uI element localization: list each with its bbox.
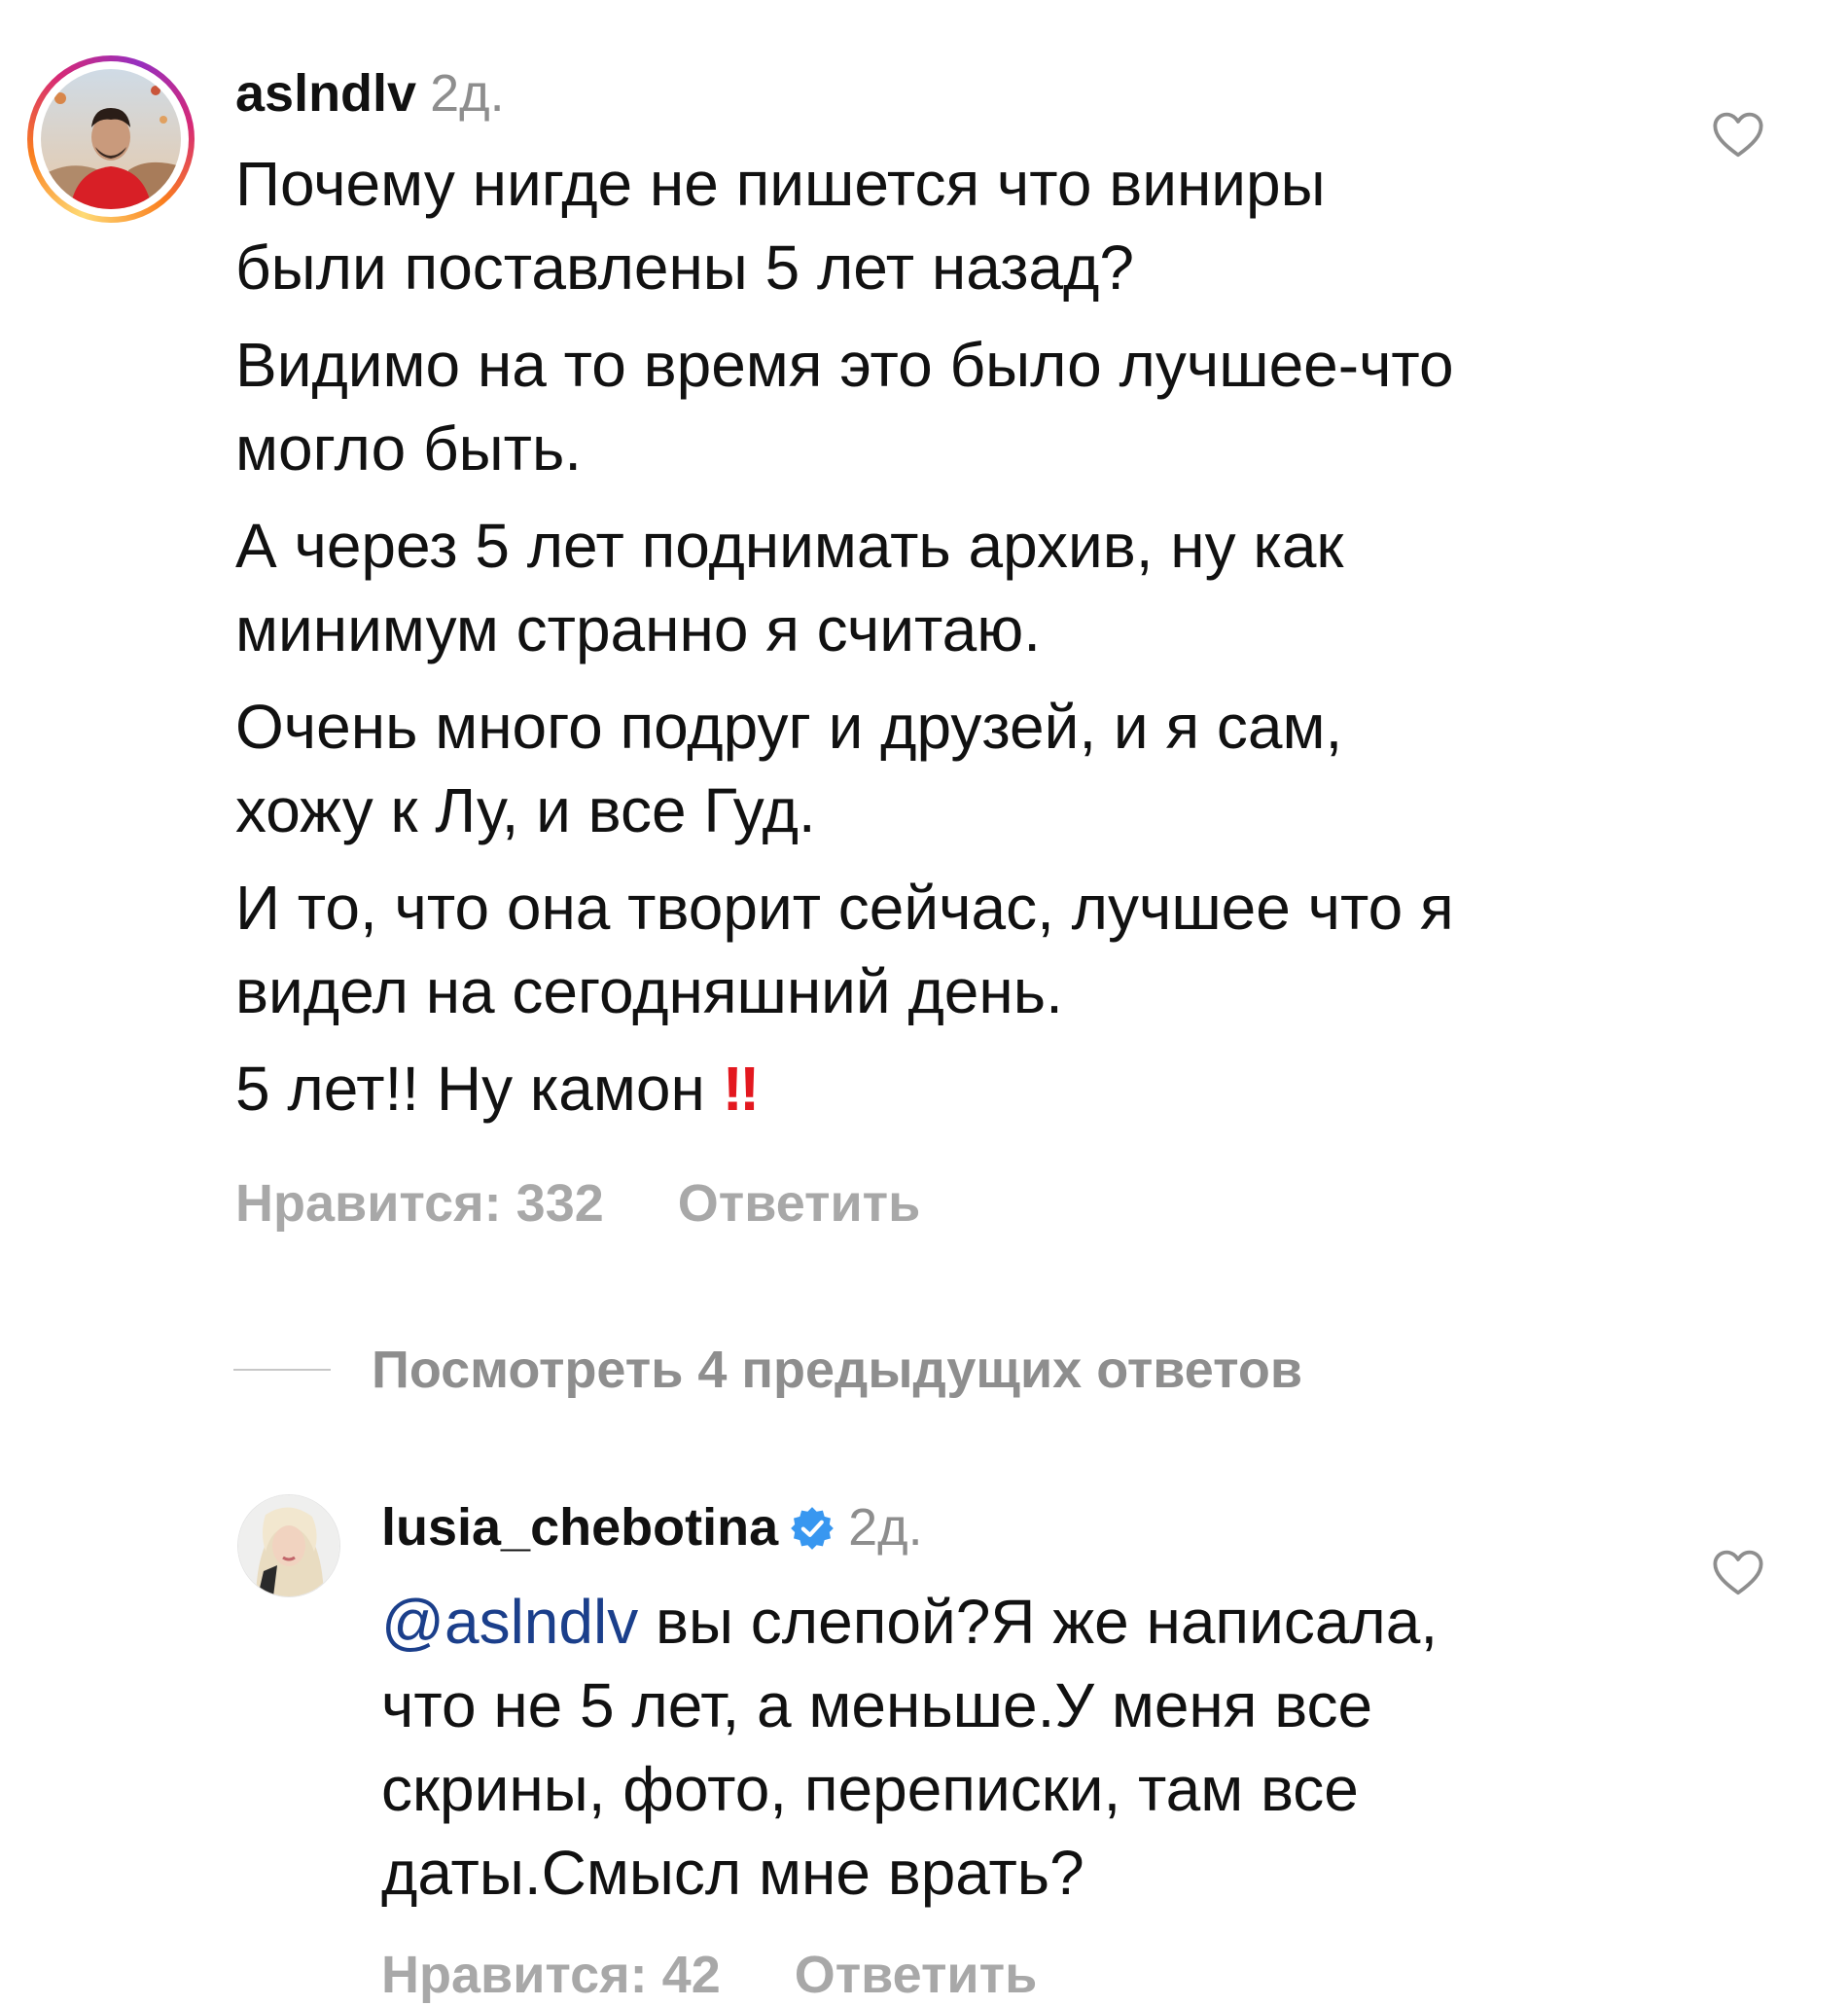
verified-badge-icon (790, 1506, 835, 1551)
text-line: 5 лет!! Ну камон (235, 1054, 705, 1124)
comment-actions: Нравится: 42 Ответить (381, 1944, 1037, 2006)
comment-header: aslndlv 2д. (235, 62, 505, 125)
username[interactable]: lusia_chebotina (381, 1498, 778, 1557)
comment-actions: Нравится: 332 Ответить (235, 1172, 920, 1235)
avatar[interactable] (237, 1494, 340, 1597)
comment-text: Почему нигде не пишется что виниры были … (235, 142, 1454, 1144)
likes-count[interactable]: Нравится: 332 (235, 1174, 604, 1233)
paragraph: И то, что она творит сейчас, лучшее что … (235, 866, 1454, 1033)
text-line: Очень много подруг и друзей, и я сам, (235, 692, 1343, 762)
paragraph: Видимо на то время это было лучшее-что м… (235, 323, 1454, 490)
timestamp: 2д. (848, 1498, 923, 1557)
mention-link[interactable]: @aslndlv (381, 1587, 638, 1657)
comment-text: @aslndlv вы слепой?Я же написала, что не… (381, 1580, 1438, 1915)
timestamp: 2д. (430, 64, 505, 123)
text-line: что не 5 лет, а меньше.У меня все (381, 1670, 1373, 1740)
text-line: даты.Смысл мне врать? (381, 1838, 1084, 1908)
text-line: видел на сегодняшний день. (235, 956, 1063, 1026)
view-replies-label: Посмотреть 4 предыдущих ответов (372, 1341, 1303, 1399)
view-previous-replies[interactable]: Посмотреть 4 предыдущих ответов (233, 1333, 1302, 1407)
heart-outline-icon[interactable] (1712, 1549, 1764, 1597)
text-line: Видимо на то время это было лучшее-что (235, 330, 1454, 400)
text-line: А через 5 лет поднимать архив, ну как (235, 511, 1344, 581)
text-line: минимум странно я считаю. (235, 594, 1041, 664)
text-line: @aslndlv вы слепой?Я же написала, (381, 1587, 1439, 1657)
likes-count[interactable]: Нравится: 42 (381, 1946, 721, 2004)
reply-button[interactable]: Ответить (678, 1174, 921, 1233)
reply-button[interactable]: Ответить (795, 1946, 1038, 2004)
avatar[interactable] (41, 69, 181, 209)
text-line: Почему нигде не пишется что виниры (235, 149, 1326, 219)
text-line: И то, что она творит сейчас, лучшее что … (235, 873, 1454, 943)
paragraph: 5 лет!! Ну камон ‼ (235, 1047, 1454, 1130)
divider-line (233, 1369, 331, 1371)
heart-outline-icon[interactable] (1712, 111, 1764, 160)
text-line: хожу к Лу, и все Гуд. (235, 775, 816, 845)
text-line: были поставлены 5 лет назад? (235, 233, 1134, 303)
text-line: скрины, фото, переписки, там все (381, 1754, 1359, 1824)
username[interactable]: aslndlv (235, 64, 416, 123)
comment-header: lusia_chebotina 2д. (381, 1496, 923, 1558)
paragraph: Почему нигде не пишется что виниры были … (235, 142, 1454, 309)
paragraph: Очень много подруг и друзей, и я сам, хо… (235, 685, 1454, 852)
paragraph: А через 5 лет поднимать архив, ну как ми… (235, 504, 1454, 671)
double-exclamation-emoji: ‼ (722, 1054, 761, 1124)
text-line: могло быть. (235, 413, 583, 484)
